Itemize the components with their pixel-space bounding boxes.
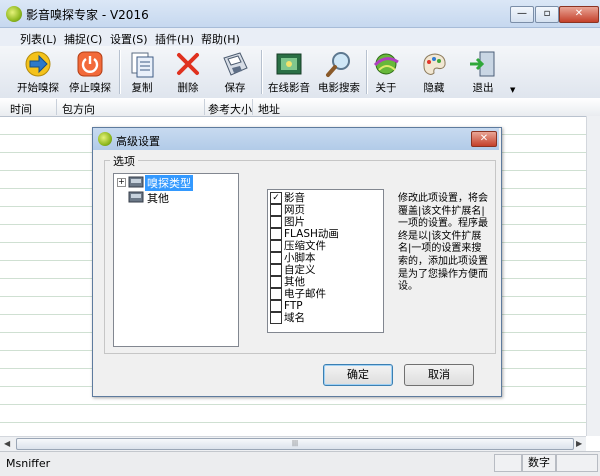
checkbox-box[interactable]	[270, 204, 282, 216]
folder-icon	[128, 191, 144, 203]
list-gridline	[0, 404, 586, 405]
globe-about-icon	[373, 53, 399, 75]
column-address[interactable]: 地址	[258, 101, 280, 117]
stop-power-icon	[77, 51, 103, 77]
stop-sniff-button[interactable]: 停止嗅探	[64, 48, 116, 96]
save-button[interactable]: 保存	[214, 48, 256, 96]
scroll-grip-icon: |||	[292, 440, 299, 447]
start-sniff-button[interactable]: 开始嗅探	[12, 48, 64, 96]
column-direction[interactable]: 包方向	[62, 101, 95, 117]
hide-label: 隐藏	[423, 82, 445, 94]
about-label: 关于	[375, 82, 397, 94]
vertical-scrollbar[interactable]	[586, 116, 600, 436]
checkbox-label: 电子邮件	[284, 288, 326, 300]
tree-expand-icon[interactable]: +	[117, 178, 126, 187]
toolbar-separator	[119, 50, 121, 94]
checkbox-label: 自定义	[284, 264, 316, 276]
tree-item-other[interactable]: 其他	[147, 190, 169, 206]
toolbar-overflow-icon[interactable]: ▼	[510, 86, 515, 94]
app-logo-icon	[6, 6, 22, 22]
column-divider[interactable]	[56, 99, 57, 115]
online-media-label: 在线影音	[268, 82, 310, 94]
checkbox-label: 其他	[284, 276, 305, 288]
dialog-title: 高级设置	[116, 135, 160, 148]
copy-label: 复制	[131, 82, 153, 94]
toolbar-separator	[261, 50, 263, 94]
delete-label: 删除	[177, 82, 199, 94]
list-gridline	[0, 422, 586, 423]
checkbox-box[interactable]	[270, 240, 282, 252]
checkbox-label: 小脚本	[284, 252, 316, 264]
column-divider[interactable]	[204, 99, 205, 115]
minimize-button[interactable]: —	[510, 6, 534, 23]
save-disk-icon	[223, 52, 248, 76]
close-button[interactable]: ✕	[559, 6, 599, 23]
start-sniff-label: 开始嗅探	[17, 82, 59, 94]
checkbox-box[interactable]	[270, 276, 282, 288]
stop-sniff-label: 停止嗅探	[69, 82, 111, 94]
maximize-button[interactable]: ▫	[535, 6, 559, 23]
checkbox-label: 影音	[284, 192, 305, 204]
status-text: Msniffer	[6, 457, 51, 470]
column-divider[interactable]	[252, 99, 253, 115]
column-time[interactable]: 时间	[10, 101, 32, 117]
about-button[interactable]: 关于	[368, 48, 404, 96]
start-arrow-icon	[25, 51, 51, 77]
column-size[interactable]: 参考大小	[208, 101, 252, 117]
checkbox-box[interactable]	[270, 228, 282, 240]
checkbox-label: FLASH动画	[284, 228, 339, 240]
checkbox-box[interactable]	[270, 252, 282, 264]
checkbox-box[interactable]: ✓	[270, 192, 282, 204]
checkbox-box[interactable]	[270, 264, 282, 276]
menu-plugins[interactable]: 插件(H)	[155, 31, 194, 47]
checkbox-label: 压缩文件	[284, 240, 326, 252]
checkbox-box[interactable]	[270, 312, 282, 324]
delete-button[interactable]: 删除	[168, 48, 208, 96]
scroll-left-icon[interactable]: ◀	[4, 439, 10, 448]
settings-description: 修改此项设置，将会覆盖|该文件扩展名|一项的设置。程序最终是以|该文件扩展名|一…	[398, 193, 488, 293]
menu-help[interactable]: 帮助(H)	[201, 31, 240, 47]
numlock-indicator: 数字	[522, 454, 556, 472]
save-label: 保存	[224, 82, 246, 94]
copy-button[interactable]: 复制	[122, 48, 162, 96]
exit-label: 退出	[472, 82, 494, 94]
checkbox-label: 网页	[284, 204, 305, 216]
window-title: 影音嗅探专家 - V2016	[26, 8, 149, 22]
movie-search-label: 电影搜索	[318, 82, 360, 94]
online-media-button[interactable]: 在线影音	[265, 48, 313, 96]
dialog-close-button[interactable]: ✕	[471, 131, 497, 147]
checkbox-box[interactable]	[270, 288, 282, 300]
cancel-button[interactable]: 取消	[404, 364, 474, 386]
menu-list[interactable]: 列表(L)	[20, 31, 57, 47]
palette-hide-icon	[423, 53, 446, 75]
status-cell	[494, 454, 522, 472]
delete-x-icon	[177, 53, 199, 75]
status-cell	[556, 454, 598, 472]
hide-button[interactable]: 隐藏	[414, 48, 454, 96]
checkbox-label: FTP	[284, 300, 303, 312]
movie-search-button[interactable]: 电影搜索	[315, 48, 363, 96]
menu-capture[interactable]: 捕捉(C)	[64, 31, 102, 47]
menu-settings[interactable]: 设置(S)	[110, 31, 148, 47]
copy-document-icon	[131, 52, 154, 78]
scroll-right-icon[interactable]: ▶	[576, 439, 582, 448]
ok-button[interactable]: 确定	[323, 364, 393, 386]
film-icon	[276, 53, 302, 75]
folder-icon	[128, 176, 144, 188]
options-group-label: 选项	[110, 153, 138, 169]
checkbox-box[interactable]	[270, 216, 282, 228]
exit-door-icon	[470, 51, 495, 77]
checkbox-label: 域名	[284, 312, 305, 324]
magnifier-icon	[326, 52, 350, 77]
exit-button[interactable]: 退出	[462, 48, 504, 96]
dialog-logo-icon	[98, 132, 112, 146]
checkbox-label: 图片	[284, 216, 305, 228]
tree-item-sniff-type[interactable]: 嗅探类型	[145, 175, 193, 191]
checkbox-box[interactable]	[270, 300, 282, 312]
